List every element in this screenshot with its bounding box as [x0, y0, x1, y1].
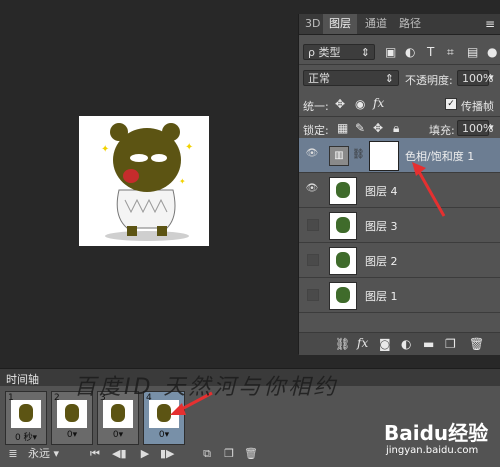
baidu-logo-text: Baidu经验 — [384, 421, 489, 445]
kind-filter-value: ρ 类型 — [308, 46, 341, 59]
trash-icon[interactable]: 🗑︎ — [469, 337, 484, 351]
add-mask-icon[interactable]: ◙ — [379, 337, 391, 351]
lock-label: 锁定: — [303, 124, 329, 137]
timeline-panel: 时间轴 1 0 秒▾ 2 0▾ 3 0▾ 4 0▾ 百度ID 天然河与你相约 ≣… — [0, 368, 500, 467]
play-icon[interactable]: ▶ — [138, 446, 152, 462]
fill-label: 填充: — [429, 124, 455, 137]
panel-tab-bar: 3D 图层 通道 路径 ≡ — [299, 14, 500, 35]
filter-adjustment-icon[interactable]: ◐ — [405, 45, 415, 59]
panel-menu-icon[interactable]: ≡ — [485, 17, 495, 31]
layer-row-4[interactable]: 👁︎ 图层 4 — [299, 173, 500, 208]
annotation-arrow — [412, 162, 446, 217]
propagate-frame-checkbox[interactable]: ✓ — [445, 98, 457, 110]
loop-value: 永远 — [28, 447, 50, 460]
layer-row-hue-saturation[interactable]: 👁︎ ▥ ⛓︎ 色相/饱和度 1 — [299, 138, 500, 173]
visibility-eye-icon[interactable]: 👁︎ — [305, 147, 319, 161]
blend-mode-select[interactable]: 正常 ⇕ — [303, 70, 399, 86]
layer-name: 图层 3 — [365, 220, 398, 233]
filter-shape-icon[interactable]: ⌗ — [447, 45, 454, 59]
filter-smart-object-icon[interactable]: ▤ — [467, 45, 478, 59]
mask-link-icon[interactable]: ⛓︎ — [352, 149, 365, 160]
layer-row-1[interactable]: 图层 1 — [299, 278, 500, 313]
fill-input[interactable]: 100% — [457, 120, 493, 136]
lock-all-icon[interactable]: 🔒︎ — [393, 121, 399, 135]
layer-row-3[interactable]: 图层 3 — [299, 208, 500, 243]
canvas-document: ✦ ✦ ✦ — [79, 116, 209, 246]
chevron-down-icon: ⇕ — [360, 46, 370, 59]
delete-frame-icon[interactable]: 🗑︎ — [244, 446, 258, 462]
opacity-label: 不透明度: — [405, 74, 453, 87]
filter-pixel-icon[interactable]: ▣ — [385, 45, 396, 59]
unify-position-icon[interactable]: ✥ — [335, 97, 345, 111]
propagate-frame-label: 传播帧 — [461, 100, 494, 113]
tab-paths[interactable]: 路径 — [393, 14, 427, 34]
svg-text:✦: ✦ — [179, 177, 186, 186]
tab-layers[interactable]: 图层 — [323, 14, 357, 34]
layer-name: 图层 4 — [365, 185, 398, 198]
divider — [299, 64, 500, 65]
bear-character-image: ✦ ✦ ✦ — [101, 123, 193, 241]
lock-transparent-icon[interactable]: ▦ — [337, 121, 348, 135]
tween-icon[interactable]: ⧉ — [200, 446, 214, 462]
baidu-logo-url: jingyan.baidu.com — [386, 445, 479, 456]
opacity-dropdown-icon[interactable]: ▾ — [489, 71, 494, 85]
previous-frame-icon[interactable]: ◀▮ — [112, 446, 127, 462]
svg-text:✦: ✦ — [101, 144, 109, 155]
visibility-toggle-empty[interactable] — [307, 254, 319, 266]
layer-row-2[interactable]: 图层 2 — [299, 243, 500, 278]
frame-thumbnail — [57, 400, 87, 428]
unify-style-icon[interactable]: fx — [373, 96, 384, 110]
visibility-toggle-empty[interactable] — [307, 219, 319, 231]
filter-toggle-icon[interactable]: ● — [487, 45, 497, 59]
layer-thumbnail — [329, 177, 357, 205]
baidu-jingyan-logo: Baidu经验 jingyan.baidu.com — [384, 413, 496, 465]
divider — [299, 116, 500, 117]
unify-visibility-icon[interactable]: ◉ — [355, 97, 365, 111]
frame-delay[interactable]: 0▾ — [98, 430, 138, 440]
adjustment-layer-icon: ▥ — [329, 146, 349, 166]
frame-delay[interactable]: 0▾ — [144, 430, 184, 440]
animation-frame-1[interactable]: 1 0 秒▾ — [5, 391, 47, 445]
frame-delay[interactable]: 0▾ — [52, 430, 92, 440]
watermark-text: 百度ID 天然河与你相约 — [74, 375, 339, 400]
svg-text:✦: ✦ — [185, 142, 193, 153]
duplicate-frame-icon[interactable]: ❐ — [222, 446, 236, 462]
layer-mask-thumbnail[interactable] — [369, 141, 399, 171]
layers-panel: 3D 图层 通道 路径 ≡ ρ 类型 ⇕ ▣ ◐ T ⌗ ▤ ● 正常 ⇕ 不透… — [298, 14, 500, 355]
layer-style-fx-icon[interactable]: fx — [357, 336, 368, 350]
opacity-input[interactable]: 100% — [457, 70, 493, 86]
layer-thumbnail — [329, 247, 357, 275]
layer-name: 图层 1 — [365, 290, 398, 303]
link-layers-icon[interactable]: ⛓︎ — [335, 337, 350, 351]
blend-mode-value: 正常 — [308, 72, 330, 85]
tab-channels[interactable]: 通道 — [359, 14, 393, 34]
chevron-down-icon: ⇕ — [384, 72, 394, 85]
frame-thumbnail — [103, 400, 133, 428]
lock-position-icon[interactable]: ✥ — [373, 121, 383, 135]
convert-timeline-icon[interactable]: ≣ — [6, 446, 20, 462]
new-adjustment-icon[interactable]: ◐ — [401, 337, 411, 351]
new-group-icon[interactable]: ▬ — [423, 337, 434, 351]
layer-name: 图层 2 — [365, 255, 398, 268]
frame-delay[interactable]: 0 秒▾ — [6, 430, 46, 443]
fill-dropdown-icon[interactable]: ▾ — [489, 121, 494, 135]
timeline-title: 时间轴 — [6, 373, 39, 386]
layers-bottom-toolbar: ⛓︎ fx ◙ ◐ ▬ ❐ 🗑︎ — [299, 332, 500, 355]
visibility-toggle-empty[interactable] — [307, 289, 319, 301]
loop-select[interactable]: 永远 ▾ — [28, 446, 68, 462]
lock-image-icon[interactable]: ✎ — [355, 121, 365, 135]
next-frame-icon[interactable]: ▮▶ — [160, 446, 175, 462]
layer-thumbnail — [329, 282, 357, 310]
filter-type-icon[interactable]: T — [427, 45, 434, 59]
unify-label: 统一: — [303, 100, 329, 113]
first-frame-icon[interactable]: ⏮ — [88, 446, 102, 462]
layer-thumbnail — [329, 212, 357, 240]
frame-thumbnail — [11, 400, 41, 428]
new-layer-icon[interactable]: ❐ — [445, 337, 456, 351]
visibility-eye-icon[interactable]: 👁︎ — [305, 182, 319, 196]
kind-filter-select[interactable]: ρ 类型 ⇕ — [303, 44, 375, 60]
